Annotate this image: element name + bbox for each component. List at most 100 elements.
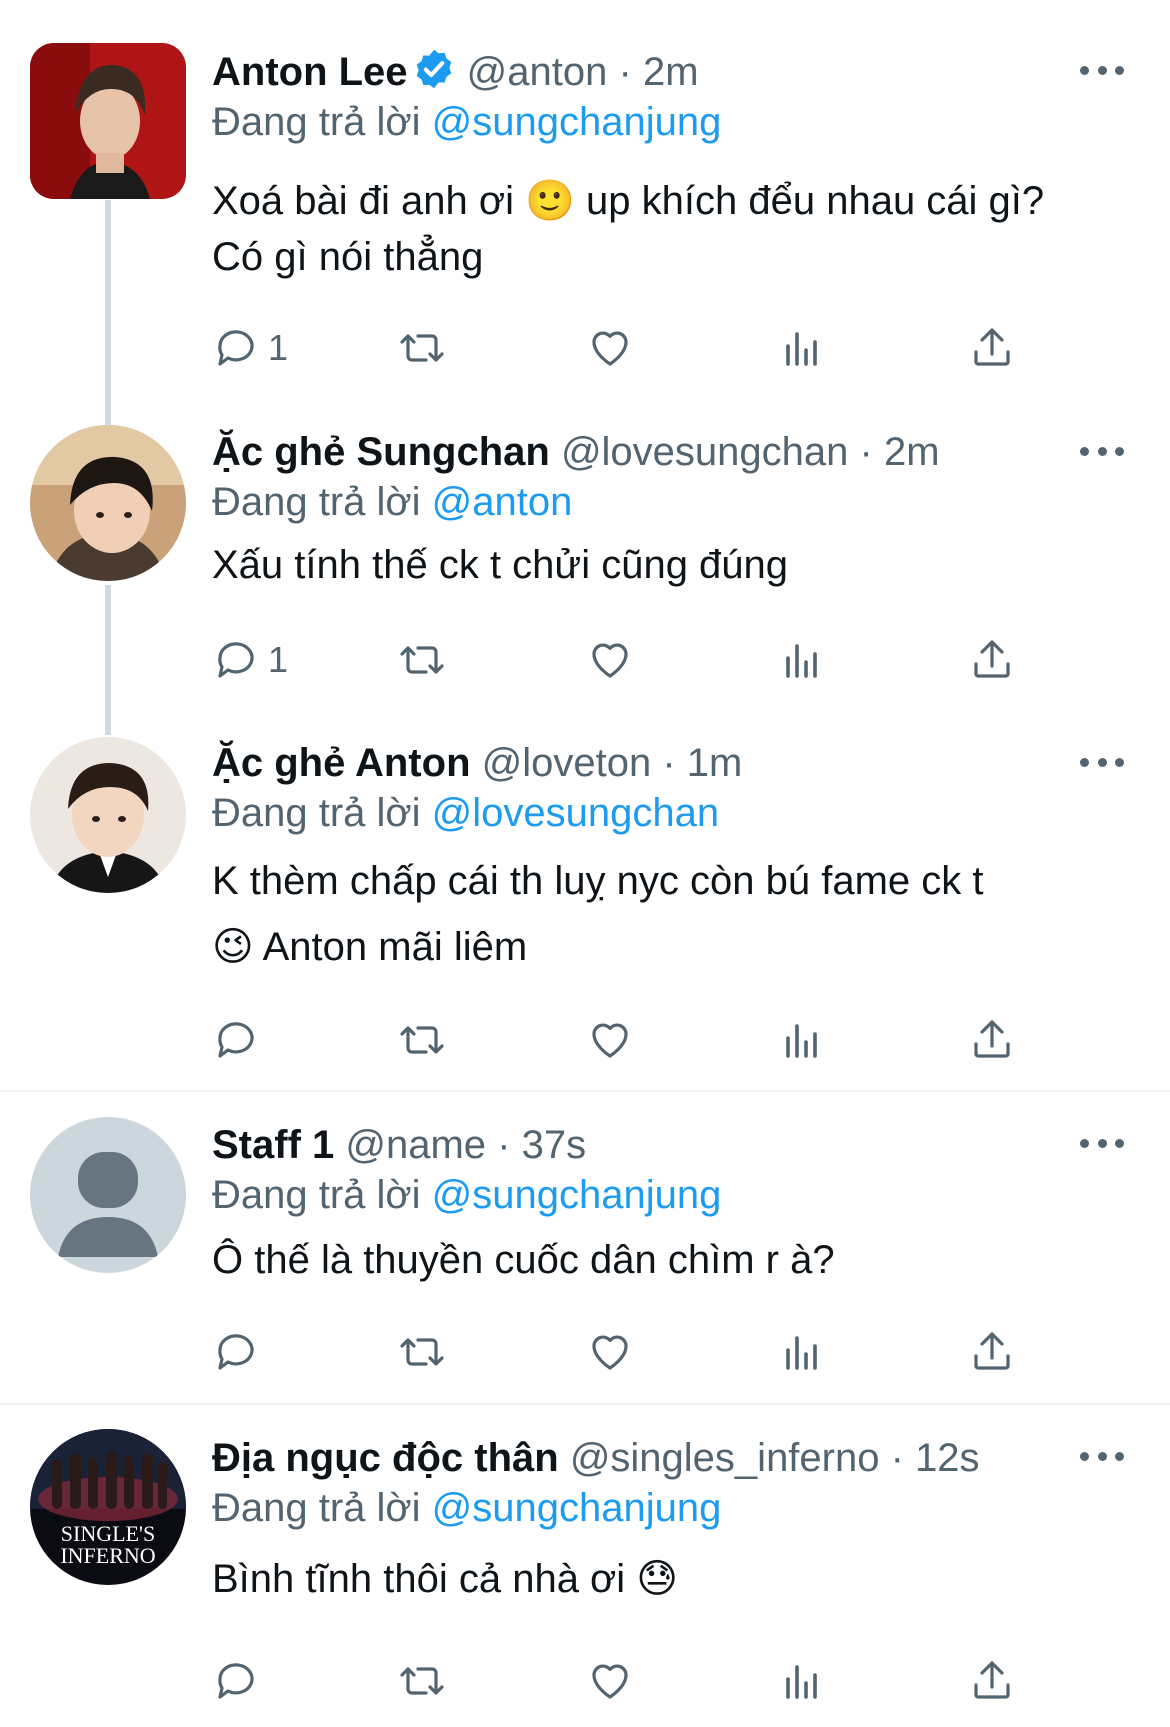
more-icon[interactable] xyxy=(1080,1446,1124,1466)
retweet-icon xyxy=(400,1667,444,1695)
like-icon xyxy=(592,331,628,366)
views-button[interactable] xyxy=(778,323,826,373)
tweet-text: Xoá bài đi anh ơi 🙂 up khích đểu nhau cá… xyxy=(212,173,1130,285)
thread-line xyxy=(105,585,111,735)
display-name[interactable]: Ặc ghẻ Anton xyxy=(212,741,471,785)
handle[interactable]: @loveton xyxy=(482,741,652,785)
timestamp[interactable]: 37s xyxy=(522,1123,587,1167)
default-avatar-icon xyxy=(30,1117,186,1273)
avatar[interactable] xyxy=(30,425,186,581)
separator: · xyxy=(859,430,873,474)
tweet-text: Ô thế là thuyền cuốc dân chìm r à? xyxy=(212,1232,1130,1288)
avatar-photo xyxy=(30,43,186,199)
timestamp[interactable]: 2m xyxy=(643,50,699,94)
reply-button[interactable] xyxy=(212,1327,268,1377)
separator: · xyxy=(890,1436,904,1480)
reply-mention[interactable]: @lovesungchan xyxy=(432,791,719,835)
reply-button[interactable]: 1 xyxy=(212,635,288,685)
reply-icon xyxy=(218,1334,254,1370)
reply-mention[interactable]: @sungchanjung xyxy=(432,1173,722,1217)
like-button[interactable] xyxy=(586,1015,634,1065)
tweet-text: Bình tĩnh thôi cả nhà ơi 😓 xyxy=(212,1551,1130,1607)
views-icon xyxy=(786,1024,817,1058)
views-icon xyxy=(786,644,817,678)
display-name[interactable]: Ặc ghẻ Sungchan xyxy=(212,430,550,474)
reply-icon xyxy=(218,1022,254,1058)
handle[interactable]: @lovesungchan xyxy=(561,430,848,474)
avatar[interactable] xyxy=(30,1117,186,1273)
retweet-icon xyxy=(400,646,444,674)
reply-context: Đang trả lời @anton xyxy=(212,477,1130,527)
reply-button[interactable]: 1 xyxy=(212,323,288,373)
more-icon[interactable] xyxy=(1080,60,1124,80)
display-name[interactable]: Staff 1 xyxy=(212,1123,334,1167)
thread-line xyxy=(105,200,111,430)
share-icon xyxy=(974,1332,1010,1370)
reply-prefix: Đang trả lời xyxy=(212,1173,421,1217)
share-button[interactable] xyxy=(968,323,1016,373)
views-button[interactable] xyxy=(778,1327,826,1377)
avatar-photo xyxy=(30,425,186,581)
display-name[interactable]: Anton Lee xyxy=(212,50,408,94)
share-icon xyxy=(974,1661,1010,1699)
separator: · xyxy=(497,1123,511,1167)
share-icon xyxy=(974,640,1010,678)
retweet-button[interactable] xyxy=(398,635,446,685)
tweet-divider xyxy=(0,1403,1170,1405)
reply-context: Đang trả lời @sungchanjung xyxy=(212,1170,1130,1220)
avatar[interactable] xyxy=(30,43,186,199)
tweet-text-line: Bình tĩnh thôi cả nhà ơi 😓 xyxy=(212,1557,678,1601)
reply-mention[interactable]: @sungchanjung xyxy=(432,100,722,144)
retweet-button[interactable] xyxy=(398,323,446,373)
retweet-icon xyxy=(400,334,444,362)
tweet-text-line: Ô thế là thuyền cuốc dân chìm r à? xyxy=(212,1238,835,1282)
reply-mention[interactable]: @anton xyxy=(432,480,573,524)
share-button[interactable] xyxy=(968,1656,1016,1706)
views-icon xyxy=(786,332,817,366)
like-icon xyxy=(592,643,628,678)
tweet-text-line: 😉 Anton mãi liêm xyxy=(212,925,528,969)
verified-icon xyxy=(416,49,451,89)
retweet-button[interactable] xyxy=(398,1327,446,1377)
like-button[interactable] xyxy=(586,323,634,373)
more-icon[interactable] xyxy=(1080,1133,1124,1153)
share-button[interactable] xyxy=(968,1327,1016,1377)
action-bar xyxy=(212,1015,1042,1065)
share-button[interactable] xyxy=(968,1015,1016,1065)
tweet-header: Staff 1 @name · 37s xyxy=(212,1120,1130,1170)
handle[interactable]: @name xyxy=(345,1123,486,1167)
tweet-header: Anton Lee @anton · 2m xyxy=(212,47,1130,97)
views-button[interactable] xyxy=(778,1015,826,1065)
avatar[interactable]: SINGLE'S INFERNO xyxy=(30,1429,186,1585)
reply-mention[interactable]: @sungchanjung xyxy=(432,1486,722,1530)
reply-icon xyxy=(218,1663,254,1699)
retweet-icon xyxy=(400,1338,444,1366)
handle[interactable]: @anton xyxy=(467,50,608,94)
handle[interactable]: @singles_inferno xyxy=(570,1436,880,1480)
share-button[interactable] xyxy=(968,635,1016,685)
tweet-text-line: Xấu tính thế ck t chửi cũng đúng xyxy=(212,543,789,587)
display-name[interactable]: Địa ngục độc thân xyxy=(212,1436,559,1480)
views-button[interactable] xyxy=(778,1656,826,1706)
tweet-text: K thèm chấp cái th luỵ nyc còn bú fame c… xyxy=(212,848,1130,980)
reply-count: 1 xyxy=(268,327,289,368)
timestamp[interactable]: 12s xyxy=(915,1436,980,1480)
action-bar: 1 xyxy=(212,635,1042,685)
like-button[interactable] xyxy=(586,1327,634,1377)
action-bar: 1 xyxy=(212,323,1042,373)
reply-button[interactable] xyxy=(212,1015,268,1065)
like-button[interactable] xyxy=(586,1656,634,1706)
retweet-button[interactable] xyxy=(398,1015,446,1065)
separator: · xyxy=(662,741,676,785)
more-icon[interactable] xyxy=(1080,441,1124,461)
like-button[interactable] xyxy=(586,635,634,685)
retweet-button[interactable] xyxy=(398,1656,446,1706)
views-button[interactable] xyxy=(778,635,826,685)
timestamp[interactable]: 2m xyxy=(884,430,940,474)
reply-button[interactable] xyxy=(212,1656,268,1706)
timestamp[interactable]: 1m xyxy=(687,741,743,785)
views-icon xyxy=(786,1665,817,1699)
more-icon[interactable] xyxy=(1080,752,1124,772)
avatar[interactable] xyxy=(30,737,186,893)
tweet-header: Ặc ghẻ Anton @loveton · 1m xyxy=(212,738,1130,788)
